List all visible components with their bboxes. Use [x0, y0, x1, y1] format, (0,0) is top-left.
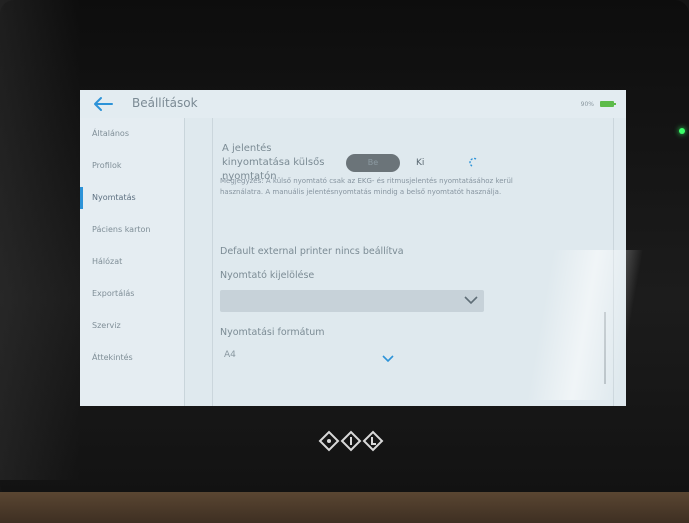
desk-surface: [0, 492, 689, 523]
sidebar-item-profilok[interactable]: Profilok: [80, 150, 184, 182]
sidebar-item-exportalas[interactable]: Exportálás: [80, 278, 184, 310]
sidebar-item-nyomtatas[interactable]: Nyomtatás: [80, 182, 184, 214]
battery-icon: [600, 101, 616, 107]
btl-logo: [318, 430, 384, 452]
page-title: Beállítások: [132, 96, 198, 110]
chevron-down-icon: [464, 296, 478, 305]
toggle-on-option[interactable]: Be: [346, 154, 400, 172]
print-format-value[interactable]: A4: [224, 350, 236, 360]
default-printer-row: Default external printer nincs beállítva: [220, 246, 404, 257]
status-led: [679, 128, 685, 134]
bezel-reflection: [0, 0, 80, 480]
top-bar: Beállítások 90%: [80, 90, 626, 118]
default-printer-value: nincs beállítva: [334, 246, 404, 257]
printer-select[interactable]: [220, 290, 484, 312]
sidebar: Általános Profilok Nyomtatás Páciens kar…: [80, 118, 185, 406]
loading-spinner-icon: [469, 157, 477, 167]
battery-level: 90%: [580, 101, 594, 108]
sidebar-item-paciens-karton[interactable]: Páciens karton: [80, 214, 184, 246]
external-print-toggle[interactable]: Be Ki: [346, 154, 430, 172]
printer-select-label: Nyomtató kijelölése: [220, 270, 315, 281]
toggle-off-option[interactable]: Ki: [416, 154, 436, 172]
sidebar-item-halozat[interactable]: Hálózat: [80, 246, 184, 278]
default-printer-label: Default external printer: [220, 246, 332, 257]
sidebar-item-szerviz[interactable]: Szerviz: [80, 310, 184, 342]
external-print-note: Megjegyzés: A külső nyomtató csak az EKG…: [220, 177, 513, 196]
arrow-left-icon[interactable]: [92, 96, 114, 112]
sidebar-item-altalanos[interactable]: Általános: [80, 118, 184, 150]
sidebar-item-attekintes[interactable]: Áttekintés: [80, 342, 184, 374]
print-format-label: Nyomtatási formátum: [220, 327, 325, 338]
format-chevron-down-icon[interactable]: [382, 355, 394, 362]
